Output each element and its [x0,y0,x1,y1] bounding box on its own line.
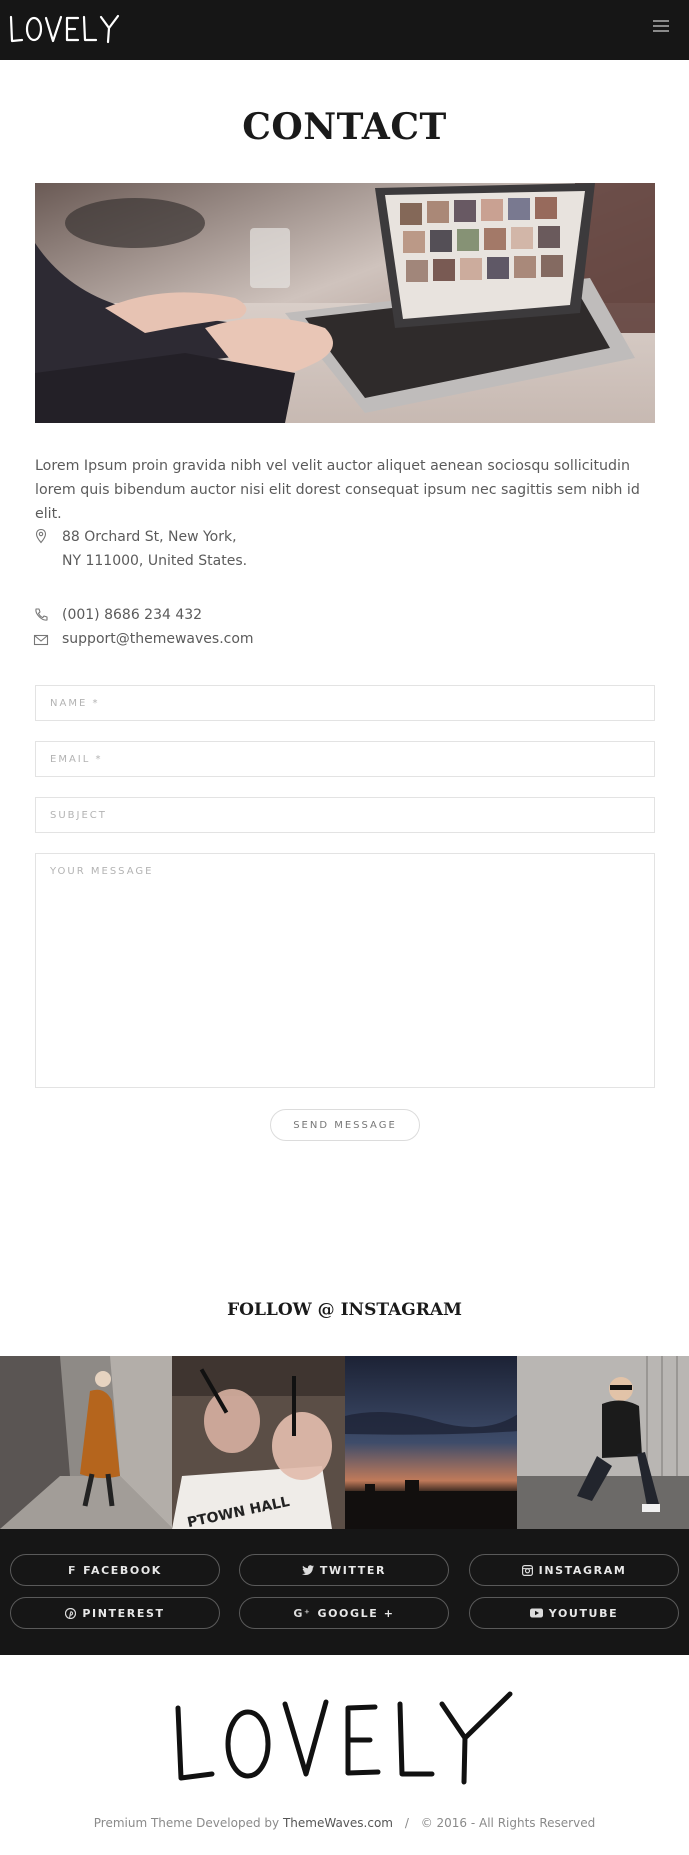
footer-logo-lettering [175,1691,513,1785]
instagram-label: INSTAGRAM [538,1563,627,1577]
pinterest-label: PINTEREST [82,1606,165,1620]
footer-logo[interactable] [170,1690,520,1794]
footer-credit: Premium Theme Developed by ThemeWaves.co… [0,1816,689,1830]
address-line-1: 88 Orchard St, New York, [62,529,237,545]
location-pin-icon [35,528,47,544]
facebook-icon: f [68,1563,78,1577]
twitter-button[interactable]: TWITTER [239,1554,449,1586]
instagram-section-title: FOLLOW @ INSTAGRAM [227,1300,462,1320]
phone-number[interactable]: (001) 8686 234 432 [62,603,202,627]
subject-input[interactable] [36,798,654,832]
google-plus-icon: g⁺ [293,1606,312,1620]
instagram-photo-drinks[interactable]: PTOWN HALL [172,1356,345,1529]
logo-lettering [9,14,120,44]
message-textarea[interactable] [36,854,654,1087]
instagram-icon [521,1564,533,1576]
name-field-wrapper [35,685,655,721]
envelope-icon [33,634,49,646]
email-input[interactable] [36,742,654,776]
site-logo[interactable] [8,13,123,49]
email-address[interactable]: support@themewaves.com [62,627,254,651]
youtube-label: YOUTUBE [548,1606,619,1620]
hamburger-menu-icon[interactable] [653,20,669,32]
instagram-strip: PTOWN HALL [0,1356,689,1529]
credit-link[interactable]: ThemeWaves.com [283,1816,393,1830]
google-plus-label: GOOGLE + [317,1606,395,1620]
youtube-icon [529,1608,543,1618]
twitter-icon [301,1565,314,1575]
address-line-2: NY 111000, United States. [62,553,248,569]
youtube-button[interactable]: YOUTUBE [469,1597,679,1629]
send-message-button[interactable]: SEND MESSAGE [270,1109,420,1141]
twitter-label: TWITTER [319,1563,387,1577]
instagram-photo-street-woman[interactable] [0,1356,173,1529]
instagram-button[interactable]: INSTAGRAM [469,1554,679,1586]
page-title: CONTACT [242,106,447,148]
social-links-bar: f FACEBOOK TWITTER INSTAGRAM PINTEREST g… [0,1529,689,1655]
copyright-text: © 2016 - All Rights Reserved [420,1816,596,1830]
instagram-photo-sunset-city[interactable] [344,1356,517,1529]
facebook-label: FACEBOOK [83,1563,162,1577]
facebook-button[interactable]: f FACEBOOK [10,1554,220,1586]
hero-image-laptop [35,183,655,423]
subject-field-wrapper [35,797,655,833]
message-field-wrapper [35,853,655,1088]
name-input[interactable] [36,686,654,720]
pinterest-icon [65,1607,77,1619]
email-field-wrapper [35,741,655,777]
credit-separator: / [404,1816,409,1830]
pinterest-button[interactable]: PINTEREST [10,1597,220,1629]
intro-paragraph: Lorem Ipsum proin gravida nibh vel velit… [35,458,640,522]
instagram-photo-sitting-woman[interactable] [516,1356,689,1529]
phone-icon [35,608,48,621]
top-bar [0,0,689,60]
google-plus-button[interactable]: g⁺ GOOGLE + [239,1597,449,1629]
credit-prefix: Premium Theme Developed by [93,1816,280,1830]
